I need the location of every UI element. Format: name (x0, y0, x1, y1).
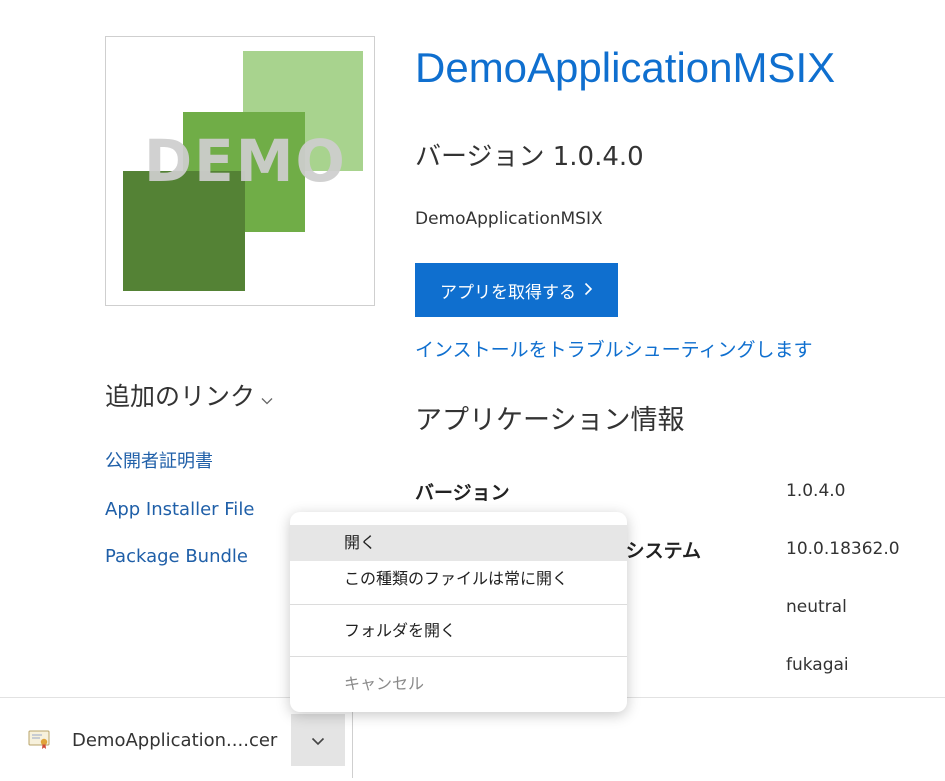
link-app-installer-file[interactable]: App Installer File (105, 499, 254, 520)
link-package-bundle[interactable]: Package Bundle (105, 546, 248, 567)
menu-item-always-open[interactable]: この種類のファイルは常に開く (290, 561, 627, 597)
menu-item-open-folder[interactable]: フォルダを開く (290, 613, 627, 649)
chevron-down-icon (311, 731, 325, 750)
logo-text: DEMO (144, 127, 347, 195)
info-value-architecture: neutral (786, 597, 847, 617)
app-info-heading: アプリケーション情報 (415, 405, 685, 436)
certificate-file-icon (28, 730, 50, 749)
version-heading: バージョン 1.0.4.0 (415, 142, 644, 172)
download-file-name[interactable]: DemoApplication....cer (72, 730, 277, 751)
info-value-os: 10.0.18362.0 (786, 539, 900, 559)
link-publisher-certificate[interactable]: 公開者証明書 (105, 447, 213, 473)
menu-item-open[interactable]: 開く (290, 525, 627, 561)
info-value-publisher: fukagai (786, 655, 849, 675)
publisher-name: DemoApplicationMSIX (415, 209, 603, 229)
app-logo: DEMO (105, 36, 375, 306)
menu-separator (290, 604, 627, 605)
divider (352, 708, 353, 778)
info-value-version: 1.0.4.0 (786, 481, 846, 501)
get-app-button[interactable]: アプリを取得する (415, 263, 618, 317)
download-context-menu: 開く この種類のファイルは常に開く フォルダを開く キャンセル (290, 512, 627, 712)
app-title: DemoApplicationMSIX (415, 44, 836, 91)
additional-links-heading[interactable]: 追加のリンク (105, 377, 273, 413)
chevron-down-icon (261, 391, 273, 409)
menu-separator (290, 656, 627, 657)
download-options-button[interactable] (291, 714, 345, 766)
additional-links-label: 追加のリンク (105, 382, 256, 411)
menu-item-cancel[interactable]: キャンセル (290, 666, 627, 702)
get-app-button-label: アプリを取得する (440, 282, 576, 303)
troubleshoot-link[interactable]: インストールをトラブルシューティングします (415, 335, 812, 362)
chevron-right-icon (584, 281, 593, 300)
info-label-version: バージョン (415, 482, 510, 504)
